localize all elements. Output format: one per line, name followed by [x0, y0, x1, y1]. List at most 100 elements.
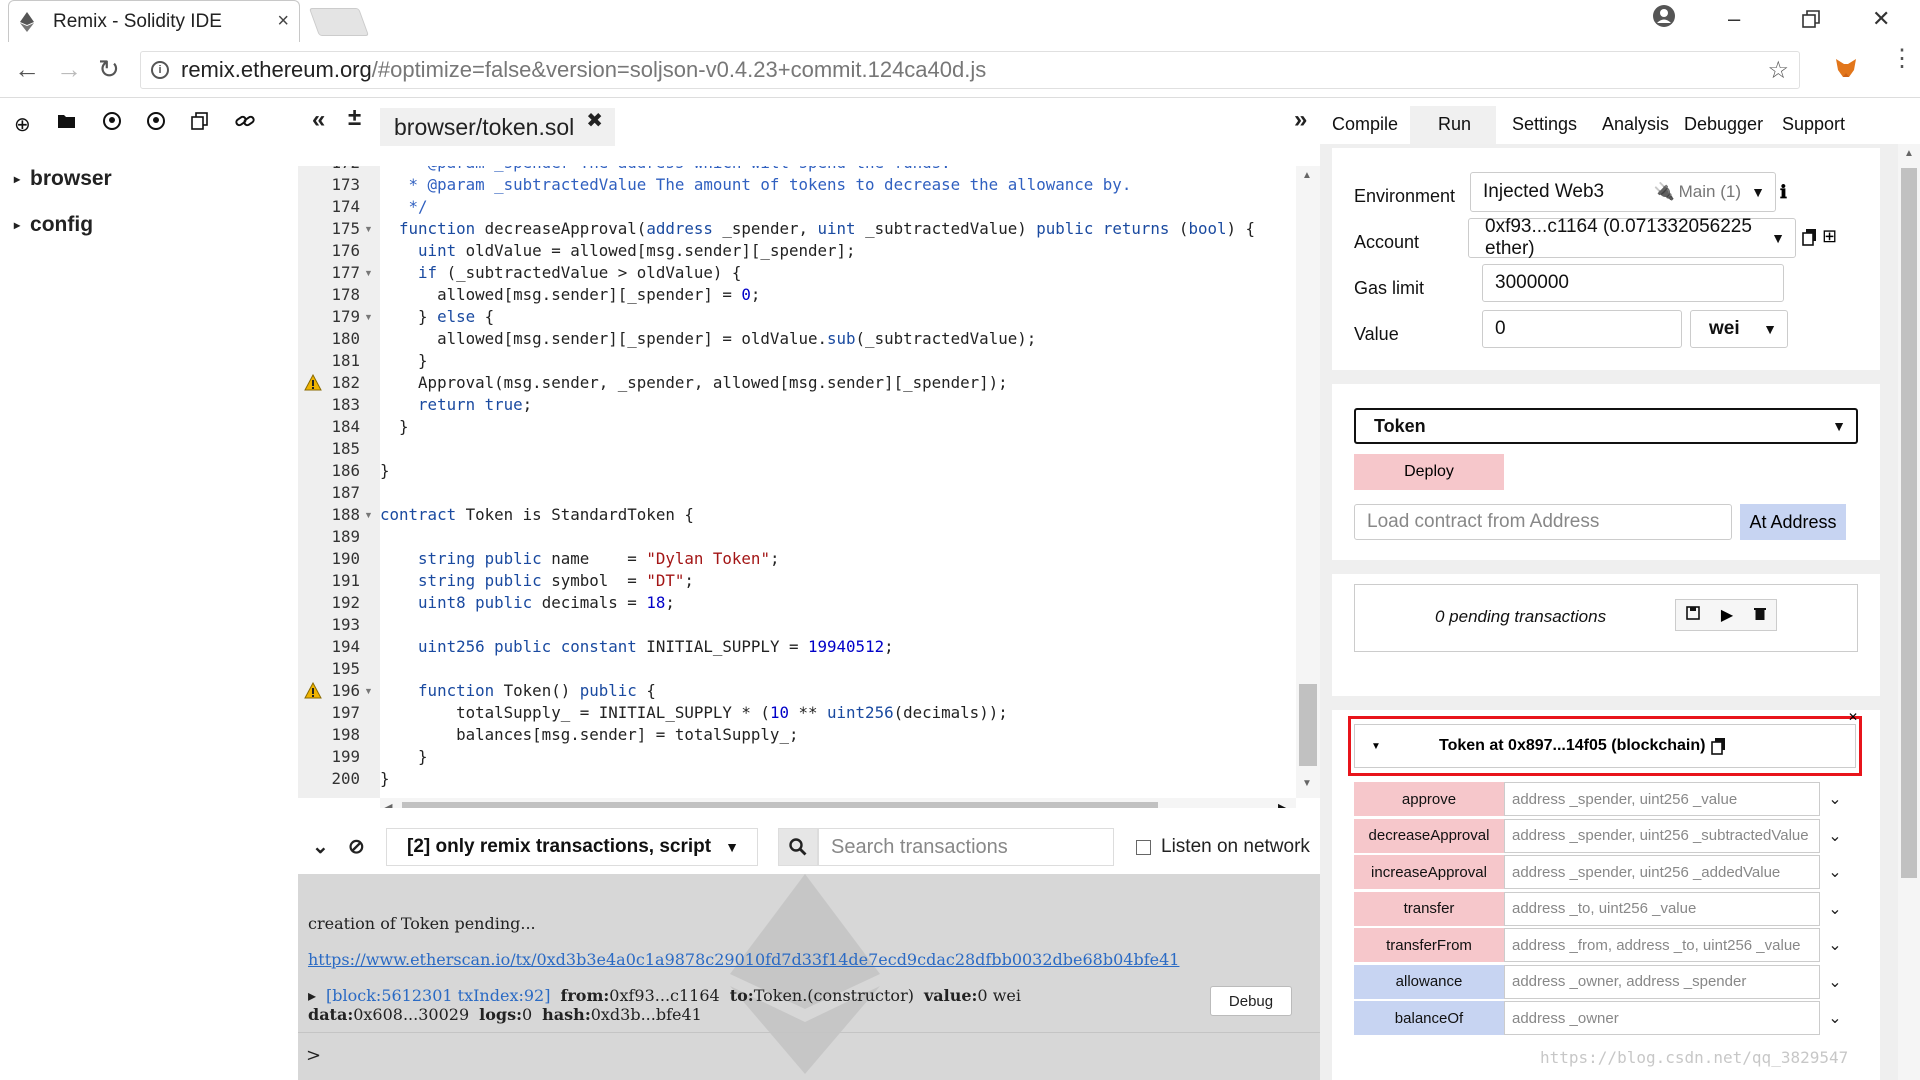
close-window-icon[interactable]: ✕: [1872, 6, 1890, 32]
profile-icon[interactable]: [1652, 4, 1676, 34]
right-scroll-thumb[interactable]: [1901, 168, 1917, 878]
at-address-button[interactable]: At Address: [1740, 504, 1846, 540]
account-select[interactable]: 0xf93...c1164 (0.071332056225 ether) ▼: [1468, 216, 1796, 259]
debug-button[interactable]: Debug: [1210, 986, 1292, 1016]
warning-icon[interactable]: [304, 682, 322, 700]
expand-args-icon[interactable]: ⌄: [1820, 819, 1850, 853]
bookmark-star-icon[interactable]: ☆: [1767, 56, 1789, 85]
browser-tab[interactable]: Remix - Solidity IDE ×: [8, 0, 300, 42]
tab-run[interactable]: Run: [1438, 114, 1471, 135]
transaction-filter-select[interactable]: [2] only remix transactions, script ▼: [386, 828, 758, 866]
warning-icon[interactable]: [304, 374, 322, 392]
console-input[interactable]: >: [298, 1032, 1320, 1080]
folder-browser[interactable]: ▸ browser: [14, 167, 284, 191]
environment-select[interactable]: Injected Web3 🔌 Main (1) ▼: [1470, 172, 1776, 212]
function-button[interactable]: increaseApproval: [1354, 855, 1504, 889]
site-info-icon[interactable]: i: [151, 61, 169, 79]
collapse-left-panel-icon[interactable]: «: [312, 106, 325, 134]
open-folder-icon[interactable]: [57, 112, 77, 137]
close-tab-icon[interactable]: ×: [277, 10, 289, 33]
new-tab-button[interactable]: [308, 8, 370, 36]
add-file-icon[interactable]: ⊕: [14, 112, 31, 137]
editor-hscroll-thumb[interactable]: [402, 802, 1158, 808]
copy-address-icon[interactable]: [1802, 228, 1818, 251]
gist-icon[interactable]: [146, 112, 165, 137]
function-args-input[interactable]: address _from, address _to, uint256 _val…: [1504, 928, 1820, 962]
reload-icon[interactable]: ↻: [98, 54, 120, 85]
tx-log-row[interactable]: ▸ [block:5612301 txIndex:92] from:0xf93.…: [308, 986, 1021, 1005]
function-args-input[interactable]: address _to, uint256 _value: [1504, 891, 1820, 926]
increase-font-icon[interactable]: ±: [348, 104, 361, 132]
expand-args-icon[interactable]: ⌄: [1820, 965, 1850, 999]
listen-on-network-toggle[interactable]: Listen on network: [1136, 836, 1310, 858]
minimize-window-icon[interactable]: –: [1728, 6, 1740, 32]
url-field[interactable]: i remix.ethereum.org /#optimize=false&ve…: [140, 51, 1800, 89]
contract-select[interactable]: Token ▼: [1354, 408, 1858, 444]
create-account-icon[interactable]: ⊞: [1822, 226, 1837, 247]
fold-arrow-icon[interactable]: ▼: [364, 306, 373, 328]
right-panel-scrollbar[interactable]: ▲: [1898, 144, 1920, 1080]
listen-checkbox[interactable]: [1136, 839, 1151, 855]
gas-limit-input[interactable]: 3000000: [1482, 264, 1784, 302]
expand-args-icon[interactable]: ⌄: [1820, 928, 1850, 962]
scroll-right-icon[interactable]: ▶: [1278, 801, 1286, 808]
search-button[interactable]: [778, 828, 818, 866]
function-button[interactable]: transferFrom: [1354, 928, 1504, 962]
code-area[interactable]: @param _spender The address which will s…: [380, 166, 1292, 798]
etherscan-link[interactable]: https://www.etherscan.io/tx/0xd3b3e4a0c1…: [308, 950, 1179, 969]
expand-args-icon[interactable]: ⌄: [1820, 1001, 1850, 1035]
fold-arrow-icon[interactable]: ▼: [364, 504, 373, 526]
value-unit-select[interactable]: wei ▼: [1690, 310, 1788, 348]
function-button[interactable]: allowance: [1354, 964, 1504, 999]
function-args-input[interactable]: address _spender, uint256 _value: [1504, 782, 1820, 816]
load-address-input[interactable]: Load contract from Address: [1354, 504, 1732, 540]
close-instance-icon[interactable]: ✕: [1848, 710, 1858, 724]
clear-console-icon[interactable]: ⊘: [348, 834, 365, 859]
restore-window-icon[interactable]: [1802, 8, 1820, 34]
copy-address-icon[interactable]: [1711, 737, 1727, 760]
function-args-input[interactable]: address _owner, address _spender: [1504, 964, 1820, 999]
function-button[interactable]: transfer: [1354, 891, 1504, 926]
editor-vertical-scrollbar[interactable]: ▲ ▼: [1296, 166, 1320, 798]
caret-down-icon[interactable]: ▼: [1371, 741, 1381, 752]
editor-scroll-thumb[interactable]: [1299, 684, 1317, 766]
scroll-down-icon[interactable]: ▼: [1302, 778, 1312, 789]
value-input[interactable]: 0: [1482, 310, 1682, 348]
fold-arrow-icon[interactable]: ▼: [364, 680, 373, 702]
tab-analysis[interactable]: Analysis: [1602, 114, 1669, 135]
github-icon[interactable]: [102, 112, 121, 137]
close-file-icon[interactable]: ✖: [586, 108, 603, 133]
editor-horizontal-scrollbar[interactable]: ◀ ▶: [380, 798, 1296, 808]
function-button[interactable]: balanceOf: [1354, 1001, 1504, 1035]
file-tab[interactable]: browser/token.sol ✖: [380, 108, 616, 146]
code-editor[interactable]: 172173174175▼176177▼178179▼1801811821831…: [298, 166, 1320, 808]
minimize-terminal-icon[interactable]: ⌄: [312, 834, 329, 859]
fold-arrow-icon[interactable]: ▼: [364, 218, 373, 240]
play-icon[interactable]: ▶: [1721, 605, 1733, 625]
function-args-input[interactable]: address _spender, uint256 _addedValue: [1504, 855, 1820, 889]
tab-debugger[interactable]: Debugger: [1684, 114, 1763, 135]
function-args-input[interactable]: address _owner: [1504, 1001, 1820, 1035]
forward-icon[interactable]: →: [56, 54, 82, 85]
back-icon[interactable]: ←: [14, 54, 40, 85]
scroll-up-icon[interactable]: ▲: [1302, 170, 1312, 181]
expand-args-icon[interactable]: ⌄: [1820, 855, 1850, 889]
scroll-up-icon[interactable]: ▲: [1904, 148, 1914, 159]
connect-localhost-icon[interactable]: [235, 112, 255, 137]
metamask-fox-icon[interactable]: [1834, 56, 1858, 85]
scroll-left-icon[interactable]: ◀: [384, 801, 392, 808]
function-button[interactable]: approve: [1354, 782, 1504, 816]
folder-config[interactable]: ▸ config: [14, 213, 284, 237]
tab-compile[interactable]: Compile: [1332, 114, 1398, 135]
copy-files-icon[interactable]: [190, 112, 209, 137]
trash-icon[interactable]: [1753, 606, 1766, 625]
search-transactions-input[interactable]: Search transactions: [818, 828, 1114, 866]
expand-caret-icon[interactable]: ▸: [308, 986, 316, 1005]
deploy-button[interactable]: Deploy: [1354, 454, 1504, 490]
tab-support[interactable]: Support: [1782, 114, 1845, 135]
function-button[interactable]: decreaseApproval: [1354, 818, 1504, 853]
expand-args-icon[interactable]: ⌄: [1820, 892, 1850, 926]
function-args-input[interactable]: address _spender, uint256 _subtractedVal…: [1504, 818, 1820, 853]
browser-menu-icon[interactable]: ⋮: [1890, 47, 1914, 71]
fold-arrow-icon[interactable]: ▼: [364, 262, 373, 284]
